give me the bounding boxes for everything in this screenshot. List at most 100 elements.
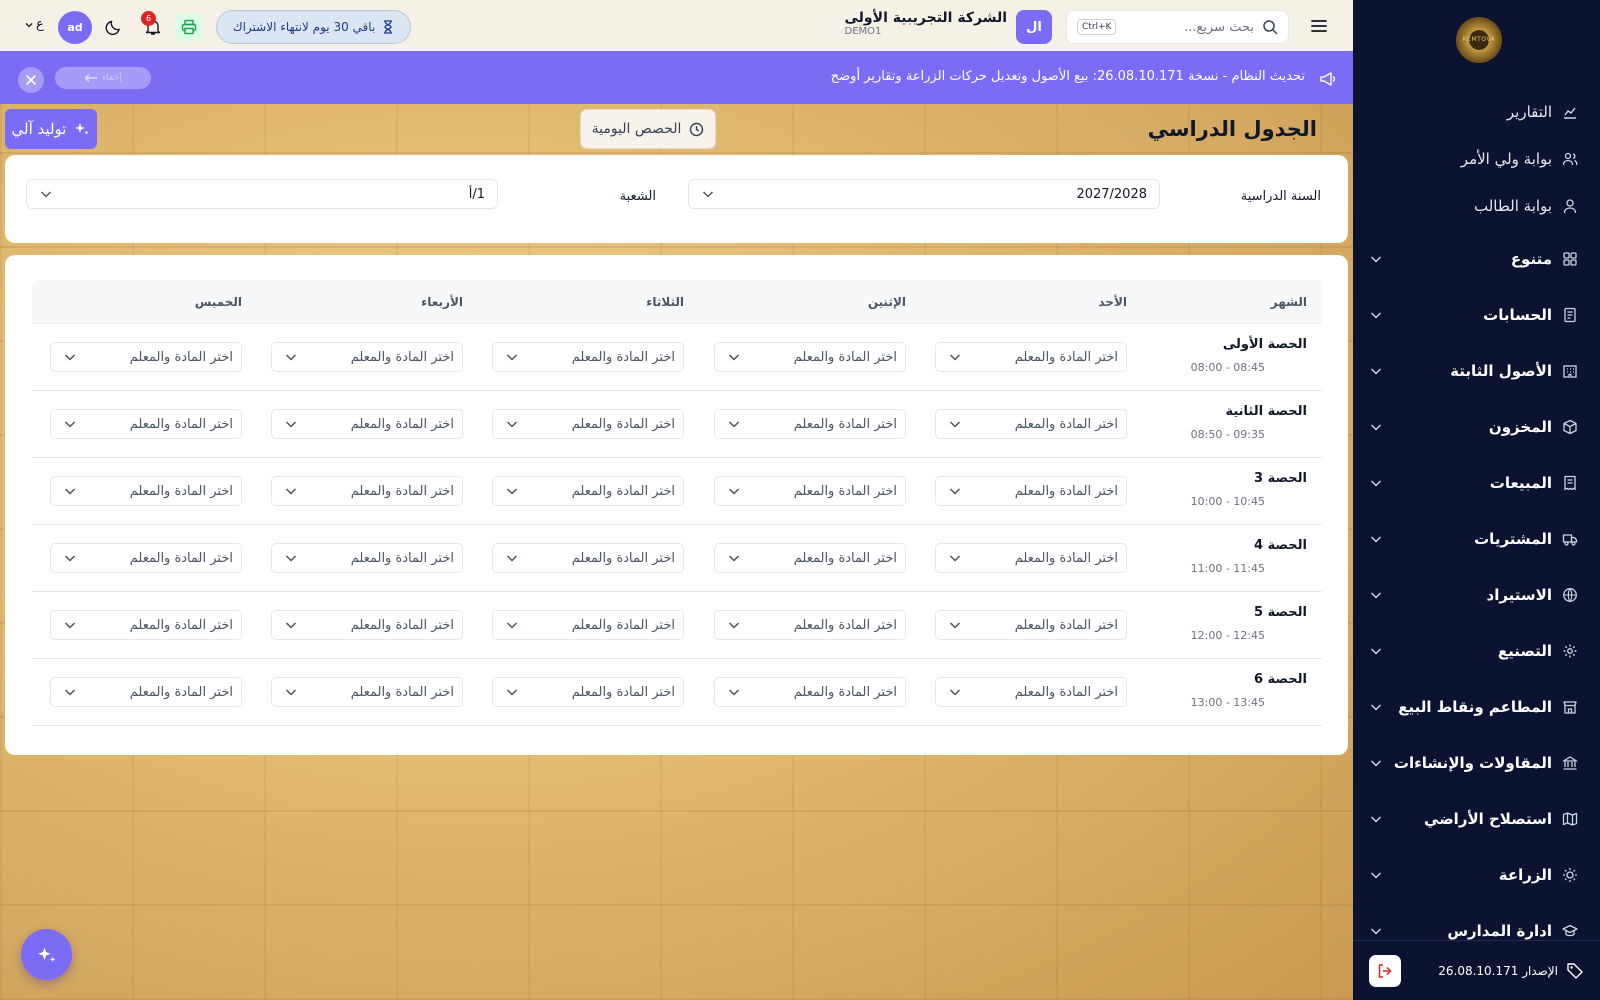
period-time: 13:00 - 13:45 bbox=[1190, 696, 1265, 709]
user-avatar[interactable]: ad bbox=[58, 11, 92, 44]
subject-teacher-placeholder: اختر المادة والمعلم bbox=[793, 349, 897, 365]
chevron-down-icon bbox=[702, 191, 714, 198]
subject-teacher-placeholder: اختر المادة والمعلم bbox=[1014, 550, 1118, 566]
chevron-down-icon bbox=[63, 685, 77, 699]
chevron-down-icon bbox=[1369, 588, 1383, 602]
subject-teacher-select[interactable]: اختر المادة والمعلم bbox=[714, 543, 906, 573]
subject-teacher-select[interactable]: اختر المادة والمعلم bbox=[271, 476, 463, 506]
company-switcher[interactable]: الشركة التجريبية الأولى DEMO1 bbox=[845, 10, 1007, 37]
subject-teacher-select[interactable]: اختر المادة والمعلم bbox=[271, 610, 463, 640]
auto-generate-button[interactable]: توليد آلي bbox=[5, 109, 97, 149]
chevron-down-icon bbox=[505, 484, 519, 498]
subject-teacher-placeholder: اختر المادة والمعلم bbox=[1014, 416, 1118, 432]
subject-teacher-placeholder: اختر المادة والمعلم bbox=[1014, 483, 1118, 499]
academic-year-value: 2027/2028 bbox=[1076, 186, 1147, 202]
section-select[interactable]: 1/أ bbox=[26, 179, 498, 209]
sidebar-item-label: بوابة ولي الأمر bbox=[1460, 150, 1552, 168]
close-announcement-button[interactable] bbox=[18, 67, 44, 93]
subject-teacher-select[interactable]: اختر المادة والمعلم bbox=[271, 409, 463, 439]
search-input[interactable] bbox=[1124, 19, 1254, 35]
company-avatar[interactable]: ال bbox=[1016, 10, 1052, 44]
subject-teacher-select[interactable]: اختر المادة والمعلم bbox=[714, 342, 906, 372]
period-name: الحصة الأولى bbox=[1222, 337, 1307, 352]
sidebar-group[interactable]: متنوع bbox=[1369, 244, 1578, 274]
subject-teacher-select[interactable]: اختر المادة والمعلم bbox=[271, 677, 463, 707]
academic-year-select[interactable]: 2027/2028 bbox=[688, 179, 1160, 209]
subject-teacher-select[interactable]: اختر المادة والمعلم bbox=[714, 409, 906, 439]
chevron-down-icon bbox=[40, 191, 52, 198]
sidebar-group[interactable]: المبيعات bbox=[1369, 468, 1578, 498]
brand-logo[interactable]: KEMTOVA bbox=[1456, 17, 1502, 63]
sidebar-group[interactable]: التصنيع bbox=[1369, 636, 1578, 666]
logout-button[interactable] bbox=[1369, 954, 1401, 987]
sidebar-item[interactable]: التقارير bbox=[1369, 97, 1578, 127]
theme-toggle[interactable] bbox=[104, 17, 124, 37]
subject-teacher-select[interactable]: اختر المادة والمعلم bbox=[50, 610, 242, 640]
subject-teacher-placeholder: اختر المادة والمعلم bbox=[1014, 617, 1118, 633]
chevron-down-icon bbox=[1369, 700, 1383, 714]
subject-teacher-select[interactable]: اختر المادة والمعلم bbox=[492, 610, 684, 640]
subject-teacher-select[interactable]: اختر المادة والمعلم bbox=[935, 409, 1127, 439]
sidebar-group[interactable]: المشتريات bbox=[1369, 524, 1578, 554]
subject-teacher-select[interactable]: اختر المادة والمعلم bbox=[271, 543, 463, 573]
sidebar-item-label: التقارير bbox=[1506, 103, 1552, 121]
subject-teacher-select[interactable]: اختر المادة والمعلم bbox=[50, 543, 242, 573]
subject-teacher-select[interactable]: اختر المادة والمعلم bbox=[50, 476, 242, 506]
subject-teacher-select[interactable]: اختر المادة والمعلم bbox=[50, 342, 242, 372]
subject-teacher-select[interactable]: اختر المادة والمعلم bbox=[935, 342, 1127, 372]
chevron-down-icon bbox=[63, 350, 77, 364]
subject-teacher-select[interactable]: اختر المادة والمعلم bbox=[714, 610, 906, 640]
sidebar-group-label: الأصول الثابتة bbox=[1450, 362, 1552, 380]
version-label: الإصدار 26.08.10.171 bbox=[1438, 963, 1558, 978]
ai-assistant-button[interactable] bbox=[21, 929, 72, 980]
subject-teacher-select[interactable]: اختر المادة والمعلم bbox=[492, 409, 684, 439]
subject-teacher-select[interactable]: اختر المادة والمعلم bbox=[271, 342, 463, 372]
period-row: الحصة 4 11:00 - 11:45 اختر المادة والمعلم ا… bbox=[32, 525, 1322, 592]
sparkles-icon bbox=[75, 123, 89, 135]
chevron-down-icon bbox=[284, 350, 298, 364]
subject-teacher-select[interactable]: اختر المادة والمعلم bbox=[492, 342, 684, 372]
subject-teacher-select[interactable]: اختر المادة والمعلم bbox=[935, 610, 1127, 640]
subject-teacher-select[interactable]: اختر المادة والمعلم bbox=[492, 543, 684, 573]
subject-teacher-select[interactable]: اختر المادة والمعلم bbox=[50, 409, 242, 439]
sidebar-group-label: التصنيع bbox=[1497, 642, 1552, 660]
sidebar-group-label: المخزون bbox=[1488, 418, 1552, 436]
sidebar-group[interactable]: المقاولات والإنشاءات bbox=[1369, 748, 1578, 778]
sidebar-group[interactable]: المخزون bbox=[1369, 412, 1578, 442]
language-switcher[interactable]: ع bbox=[25, 17, 44, 32]
sidebar-group[interactable]: الاستيراد bbox=[1369, 580, 1578, 610]
subject-teacher-select[interactable]: اختر المادة والمعلم bbox=[935, 543, 1127, 573]
sidebar-group[interactable]: الحسابات bbox=[1369, 300, 1578, 330]
subject-teacher-select[interactable]: اختر المادة والمعلم bbox=[714, 677, 906, 707]
sidebar-group[interactable]: المطاعم ونقاط البيع bbox=[1369, 692, 1578, 722]
sidebar-group[interactable]: استصلاح الأراضي bbox=[1369, 804, 1578, 834]
bank-icon bbox=[1562, 756, 1578, 770]
sidebar-group-label: استصلاح الأراضي bbox=[1424, 810, 1552, 828]
subject-teacher-select[interactable]: اختر المادة والمعلم bbox=[50, 677, 242, 707]
sidebar-item[interactable]: بوابة ولي الأمر bbox=[1369, 144, 1578, 174]
chevron-down-icon bbox=[505, 417, 519, 431]
period-time: 11:00 - 11:45 bbox=[1190, 562, 1265, 575]
subject-teacher-select[interactable]: اختر المادة والمعلم bbox=[492, 476, 684, 506]
academic-year-label: السنة الدراسية bbox=[1240, 189, 1321, 204]
subject-teacher-select[interactable]: اختر المادة والمعلم bbox=[492, 677, 684, 707]
daily-periods-button[interactable]: الحصص اليومية bbox=[580, 109, 716, 149]
notifications-button[interactable]: 6 bbox=[141, 11, 165, 39]
chevron-down-icon bbox=[284, 685, 298, 699]
chevron-down-icon bbox=[1369, 812, 1383, 826]
chevron-down-icon bbox=[727, 618, 741, 632]
subject-teacher-select[interactable]: اختر المادة والمعلم bbox=[714, 476, 906, 506]
subject-teacher-select[interactable]: اختر المادة والمعلم bbox=[935, 677, 1127, 707]
print-button[interactable] bbox=[175, 13, 203, 41]
quick-search[interactable]: Ctrl+K bbox=[1066, 10, 1289, 44]
hide-announcement-button[interactable]: إخفاء bbox=[55, 67, 151, 89]
chevron-down-icon bbox=[1369, 868, 1383, 882]
menu-toggle-button[interactable] bbox=[1309, 16, 1329, 36]
subject-teacher-placeholder: اختر المادة والمعلم bbox=[571, 416, 675, 432]
subject-teacher-placeholder: اختر المادة والمعلم bbox=[350, 349, 454, 365]
subject-teacher-select[interactable]: اختر المادة والمعلم bbox=[935, 476, 1127, 506]
sidebar-item[interactable]: بوابة الطالب bbox=[1369, 191, 1578, 221]
sidebar-group[interactable]: الأصول الثابتة bbox=[1369, 356, 1578, 386]
sidebar-group[interactable]: الزراعة bbox=[1369, 860, 1578, 890]
subject-teacher-placeholder: اختر المادة والمعلم bbox=[1014, 349, 1118, 365]
